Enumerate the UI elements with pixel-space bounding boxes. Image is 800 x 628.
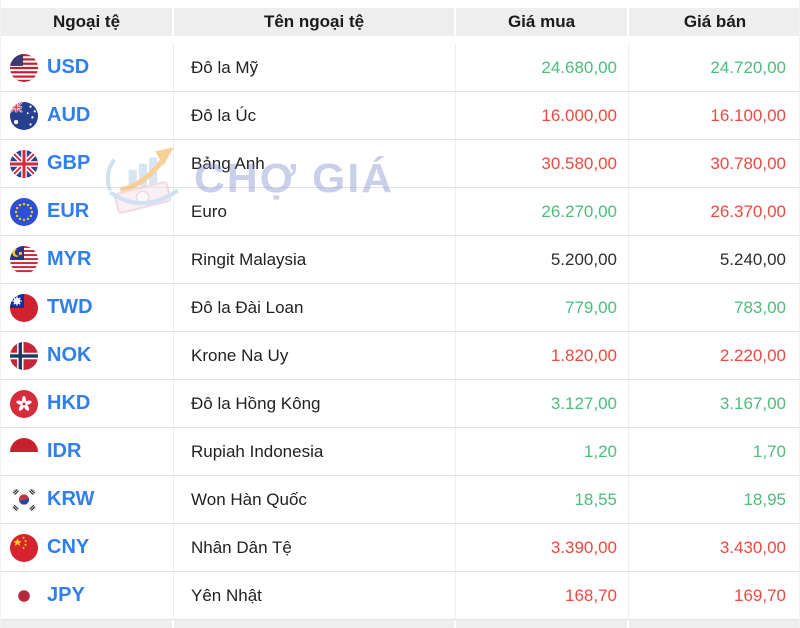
currency-code-link[interactable]: GBP [47,152,90,175]
header-currency: Ngoại tệ [1,8,174,36]
flag-hk-icon [10,389,38,418]
currency-name: Đô la Đài Loan [174,284,456,331]
sell-price: 16.100,00 [710,105,786,125]
currency-name: Đô la Hồng Kông [174,380,456,427]
sell-price: 26.370,00 [710,201,786,221]
table-row: NOK Krone Na Uy 1.820,00 2.220,00 [1,332,799,380]
table-row: GBP Bảng Anh 30.580,00 30.780,00 [1,140,799,188]
currency-name: Đô la Mỹ [174,44,456,91]
currency-name: Yên Nhật [174,572,456,619]
currency-cell: CNY [1,524,174,571]
sell-price: 30.780,00 [710,153,786,173]
table-row: TWD Đô la Đài Loan 779,00 783,00 [1,284,799,332]
sell-price: 2.220,00 [719,345,786,365]
table-row: EUR Euro 26.270,00 26.370,00 [1,188,799,236]
buy-price: 24.680,00 [456,44,629,91]
currency-cell: AUD [1,92,174,139]
table-row: AUD Đô la Úc 16.000,00 16.100,00 [1,92,799,140]
currency-name: Rupiah Indonesia [174,428,456,475]
currency-cell: USD [1,44,174,91]
currency-name: Won Hàn Quốc [174,476,456,523]
flag-no-icon [10,341,38,370]
table-row: USD Đô la Mỹ 24.680,00 24.720,00 [1,44,799,92]
header-sell-price: Giá bán [629,8,799,36]
sell-price: 18,95 [743,489,786,509]
table-header: Ngoại tệ Tên ngoại tệ Giá mua Giá bán [1,8,799,36]
flag-us-icon [10,53,38,82]
sell-price: 5.240,00 [719,249,786,269]
sell-price: 1,70 [752,441,786,461]
table-row: IDR Rupiah Indonesia 1,20 1,70 [1,428,799,476]
currency-cell: NOK [1,332,174,379]
buy-price: 1,20 [456,428,629,475]
currency-name: Nhân Dân Tệ [174,524,456,571]
rates-table-body: USD Đô la Mỹ 24.680,00 24.720,00 AUD Đô … [1,44,799,620]
flag-tw-icon [10,293,38,322]
currency-code-link[interactable]: EUR [47,200,89,223]
sell-price: 3.430,00 [719,537,786,557]
table-row: MYR Ringit Malaysia 5.200,00 5.240,00 [1,236,799,284]
buy-price: 1.820,00 [456,332,629,379]
currency-name: Ringit Malaysia [174,236,456,283]
strip-cell [174,620,456,628]
currency-code-link[interactable]: NOK [47,344,91,367]
buy-price: 26.270,00 [456,188,629,235]
currency-cell: KRW [1,476,174,523]
currency-code-link[interactable]: IDR [47,440,81,463]
flag-id-icon [10,437,38,466]
currency-code-link[interactable]: TWD [47,296,93,319]
currency-cell: TWD [1,284,174,331]
buy-price: 3.127,00 [456,380,629,427]
next-table-header-partial [1,620,799,628]
buy-price: 30.580,00 [456,140,629,187]
currency-code-link[interactable]: KRW [47,488,94,511]
currency-cell: MYR [1,236,174,283]
table-row: CNY Nhân Dân Tệ 3.390,00 3.430,00 [1,524,799,572]
table-row: KRW Won Hàn Quốc 18,55 18,95 [1,476,799,524]
strip-cell [1,620,174,628]
flag-jp-icon [10,581,38,610]
buy-price: 168,70 [456,572,629,619]
header-buy-price: Giá mua [456,8,629,36]
flag-cn-icon [10,533,38,562]
sell-price: 169,70 [734,585,786,605]
currency-code-link[interactable]: MYR [47,248,91,271]
buy-price: 5.200,00 [456,236,629,283]
currency-code-link[interactable]: HKD [47,392,90,415]
currency-code-link[interactable]: AUD [47,104,90,127]
currency-code-link[interactable]: USD [47,56,89,79]
flag-kr-icon [10,485,38,514]
currency-cell: JPY [1,572,174,619]
flag-au-icon [10,101,38,130]
buy-price: 18,55 [456,476,629,523]
strip-cell [456,620,629,628]
currency-name: Đô la Úc [174,92,456,139]
sell-price: 783,00 [734,297,786,317]
buy-price: 16.000,00 [456,92,629,139]
sell-price: 24.720,00 [710,57,786,77]
flag-eu-icon [10,197,38,226]
buy-price: 3.390,00 [456,524,629,571]
currency-code-link[interactable]: CNY [47,536,89,559]
currency-name: Krone Na Uy [174,332,456,379]
currency-cell: EUR [1,188,174,235]
header-currency-name: Tên ngoại tệ [174,8,456,36]
buy-price: 779,00 [456,284,629,331]
currency-cell: GBP [1,140,174,187]
table-row: JPY Yên Nhật 168,70 169,70 [1,572,799,620]
sell-price: 3.167,00 [719,393,786,413]
exchange-rates-table: Ngoại tệ Tên ngoại tệ Giá mua Giá bán CH… [0,0,800,628]
strip-cell [629,620,799,628]
table-row: HKD Đô la Hồng Kông 3.127,00 3.167,00 [1,380,799,428]
currency-code-link[interactable]: JPY [47,584,85,607]
currency-cell: IDR [1,428,174,475]
currency-cell: HKD [1,380,174,427]
currency-name: Bảng Anh [174,140,456,187]
flag-my-icon [10,245,38,274]
flag-gb-icon [10,149,38,178]
currency-name: Euro [174,188,456,235]
